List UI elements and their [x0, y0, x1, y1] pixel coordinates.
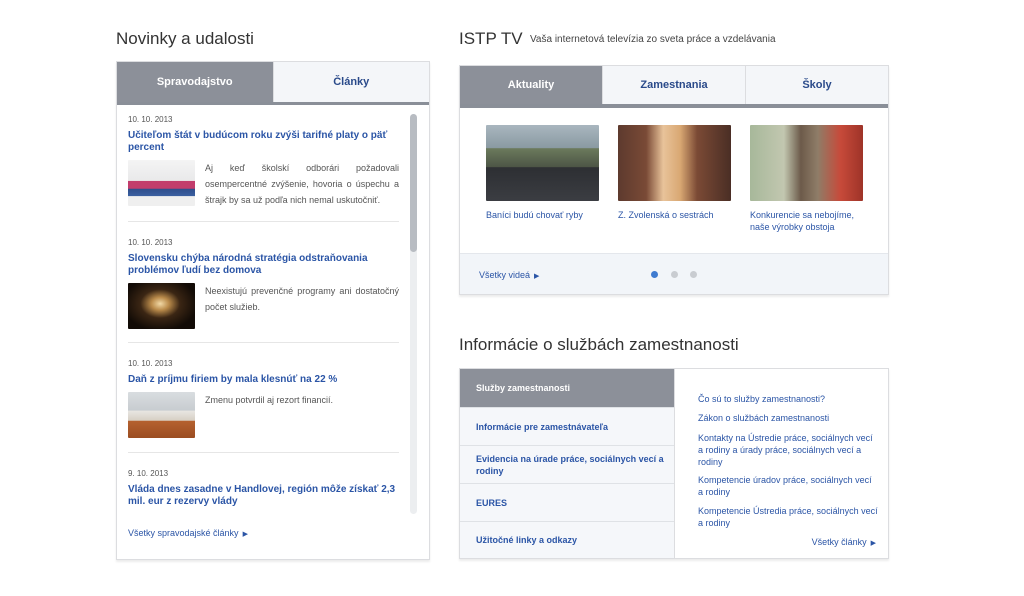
menu-eures[interactable]: EURES — [460, 483, 674, 521]
all-videos-link[interactable]: Všetky videá ▶ — [479, 270, 539, 280]
menu-sluzby-zamestnanosti[interactable]: Služby zamestnanosti — [460, 369, 674, 407]
news-panel: Spravodajstvo Články 10. 10. 2013 Učiteľ… — [116, 61, 430, 560]
chevron-right-icon: ▶ — [534, 273, 540, 280]
video-card: Z. Zvolenská o sestrách — [618, 125, 731, 221]
news-excerpt: Aj keď školskí odborári požadovali osemp… — [205, 163, 399, 205]
news-excerpt: Neexistujú prevenčné programy ani dostat… — [205, 286, 399, 312]
link-kontakty[interactable]: Kontakty na Ústredie práce, sociálnych v… — [698, 432, 878, 468]
news-divider — [128, 342, 399, 343]
video-caption-link[interactable]: Z. Zvolenská o sestrách — [618, 209, 731, 221]
all-articles-label: Všetky články — [811, 537, 867, 547]
news-thumbnail-homeless[interactable] — [128, 283, 195, 329]
news-divider — [128, 452, 399, 453]
news-title-link[interactable]: Slovensku chýba národná stratégia odstra… — [128, 253, 399, 277]
menu-evidencia[interactable]: Evidencia na úrade práce, sociálnych vec… — [460, 445, 674, 483]
all-news-link[interactable]: Všetky spravodajské články ▶ — [128, 528, 248, 538]
news-divider — [128, 221, 399, 222]
news-list: 10. 10. 2013 Učiteľom štát v budúcom rok… — [117, 105, 429, 517]
video-caption-link[interactable]: Baníci budú chovať ryby — [486, 209, 599, 221]
news-title-link[interactable]: Daň z príjmu firiem by mala klesnúť na 2… — [128, 374, 399, 386]
news-scrollbar-thumb[interactable] — [410, 114, 417, 252]
video-caption-link[interactable]: Konkurencie sa nebojíme, naše výrobky ob… — [750, 209, 863, 233]
news-date: 10. 10. 2013 — [128, 115, 173, 124]
tv-footer: Všetky videá ▶ — [460, 253, 888, 294]
info-panel: Služby zamestnanosti Informácie pre zame… — [459, 368, 889, 559]
info-menu: Služby zamestnanosti Informácie pre zame… — [460, 369, 675, 558]
video-card: Konkurencie sa nebojíme, naše výrobky ob… — [750, 125, 863, 233]
tab-spravodajstvo[interactable]: Spravodajstvo — [117, 62, 273, 102]
news-date: 9. 10. 2013 — [128, 469, 169, 478]
link-co-su-sluzby[interactable]: Čo sú to služby zamestnanosti? — [698, 393, 878, 405]
news-title-link[interactable]: Vláda dnes zasadne v Handlovej, región m… — [128, 484, 399, 508]
menu-info-zamestnavatel[interactable]: Informácie pre zamestnávateľa — [460, 407, 674, 445]
tab-zamestnania[interactable]: Zamestnania — [602, 66, 745, 104]
news-item: 10. 10. 2013 Slovensku chýba národná str… — [128, 238, 399, 329]
video-card: Baníci budú chovať ryby — [486, 125, 599, 221]
news-item: 9. 10. 2013 Vláda dnes zasadne v Handlov… — [128, 469, 399, 508]
link-zakon[interactable]: Zákon o službách zamestnanosti — [698, 412, 878, 424]
video-thumbnail-miners[interactable] — [486, 125, 599, 201]
news-excerpt: Zmenu potvrdil aj rezort financií. — [205, 395, 334, 405]
news-item: 10. 10. 2013 Učiteľom štát v budúcom rok… — [128, 115, 399, 208]
carousel-dot-1[interactable] — [651, 271, 658, 278]
news-heading: Novinky a udalosti — [116, 29, 254, 48]
all-articles-link[interactable]: Všetky články ▶ — [812, 537, 876, 547]
news-tabs: Spravodajstvo Články — [117, 62, 429, 105]
news-item: 10. 10. 2013 Daň z príjmu firiem by mala… — [128, 359, 399, 438]
chevron-right-icon: ▶ — [242, 531, 248, 538]
news-title-link[interactable]: Učiteľom štát v budúcom roku zvýši tarif… — [128, 130, 399, 154]
video-thumbnail-zvolenska[interactable] — [618, 125, 731, 201]
video-thumbnail-market[interactable] — [750, 125, 863, 201]
info-heading: Informácie o službách zamestnanosti — [459, 335, 739, 354]
tv-subtitle: Vaša internetová televízia zo sveta prác… — [530, 34, 776, 45]
tab-aktuality[interactable]: Aktuality — [460, 66, 602, 104]
link-kompetencie-ustredia[interactable]: Kompetencie Ústredia práce, sociálnych v… — [698, 505, 878, 529]
tv-tabs: Aktuality Zamestnania Školy — [460, 66, 888, 108]
carousel-dot-2[interactable] — [671, 271, 678, 278]
carousel-dot-3[interactable] — [690, 271, 697, 278]
tv-heading: ISTP TV — [459, 29, 523, 48]
news-thumbnail-parliament[interactable] — [128, 392, 195, 438]
link-kompetencie-uradov[interactable]: Kompetencie úradov práce, sociálnych vec… — [698, 474, 878, 498]
tv-panel: Aktuality Zamestnania Školy Baníci budú … — [459, 65, 889, 295]
chevron-right-icon: ▶ — [870, 540, 876, 547]
all-news-label: Všetky spravodajské články — [128, 528, 239, 538]
tab-skoly[interactable]: Školy — [745, 66, 888, 104]
menu-uzitocne-linky[interactable]: Užitočné linky a odkazy — [460, 521, 674, 558]
tab-clanky[interactable]: Články — [272, 62, 429, 102]
news-date: 10. 10. 2013 — [128, 238, 173, 247]
all-videos-label: Všetky videá — [479, 270, 531, 280]
news-thumbnail-classroom[interactable] — [128, 160, 195, 206]
news-date: 10. 10. 2013 — [128, 359, 173, 368]
